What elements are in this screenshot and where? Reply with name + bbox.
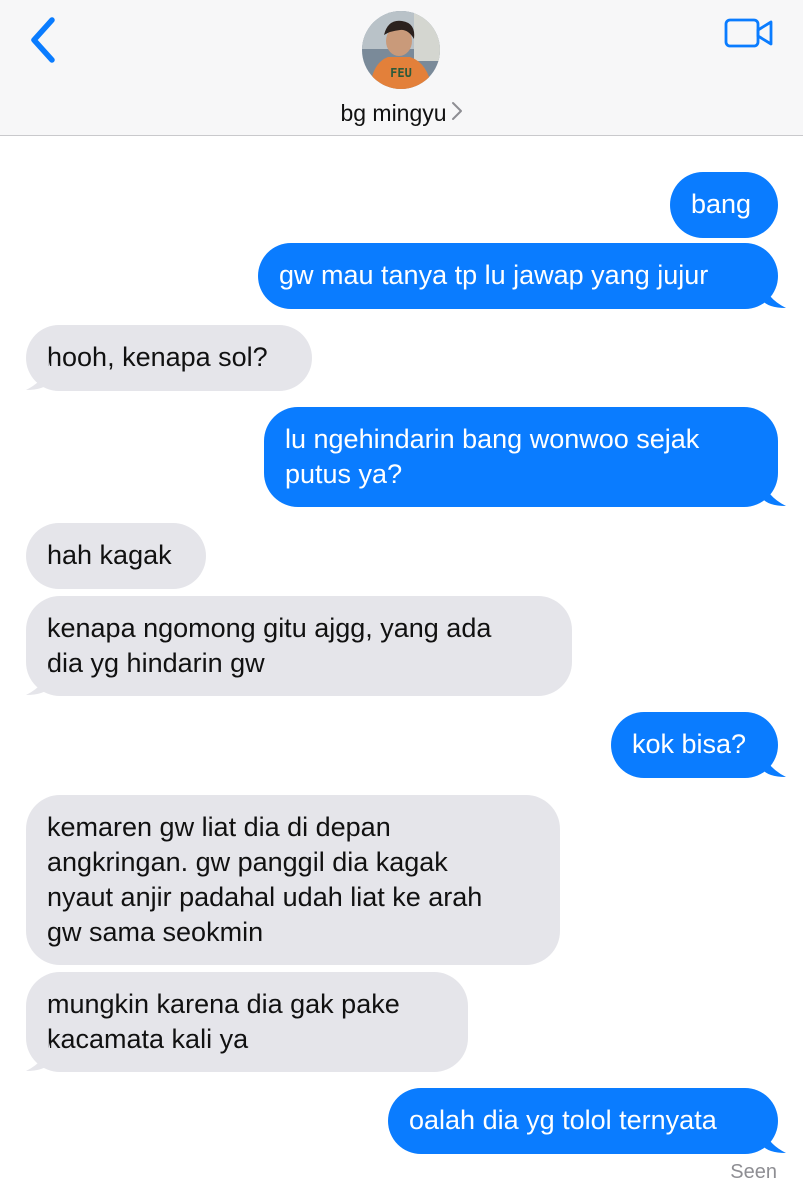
message-line: kenapa ngomong gitu ajgg, yang ada [47, 613, 492, 643]
message-text: kok bisa? [632, 729, 747, 759]
bubble-tail [26, 362, 50, 390]
outgoing-message[interactable]: oalah dia yg tolol ternyata [388, 1088, 778, 1154]
message-line: gw sama seokmin [47, 917, 264, 947]
message-line: mungkin karena dia gak pake [47, 989, 400, 1019]
message-line: dia yg hindarin gw [47, 648, 265, 678]
back-button[interactable] [22, 14, 66, 66]
contact-avatar[interactable]: FEU [362, 11, 440, 89]
incoming-message[interactable]: hah kagak [26, 523, 206, 589]
bubble-tail [762, 280, 786, 308]
message-text: bang [691, 189, 752, 219]
outgoing-message[interactable]: bang [670, 172, 778, 238]
conversation-header: FEU bg mingyu [0, 0, 803, 136]
message-text: oalah dia yg tolol ternyata [409, 1105, 717, 1135]
incoming-message[interactable]: hooh, kenapa sol? [26, 325, 312, 391]
chevron-right-icon [451, 100, 463, 127]
incoming-message[interactable]: kemaren gw liat dia di depan angkringan.… [26, 795, 560, 965]
message-text: hah kagak [47, 540, 172, 570]
video-call-button[interactable] [722, 14, 776, 54]
message-line: lu ngehindarin bang wonwoo sejak [285, 424, 700, 454]
outgoing-message[interactable]: kok bisa? [611, 712, 778, 778]
bubble-tail [26, 667, 50, 695]
message-text: hooh, kenapa sol? [47, 342, 268, 372]
message-text: gw mau tanya tp lu jawap yang jujur [279, 260, 709, 290]
read-receipt: Seen [730, 1161, 777, 1183]
video-camera-icon [724, 18, 773, 48]
bubble-tail [762, 749, 786, 777]
outgoing-message[interactable]: lu ngehindarin bang wonwoo sejak putus y… [264, 407, 778, 507]
incoming-message[interactable]: mungkin karena dia gak pake kacamata kal… [26, 972, 468, 1072]
message-line: putus ya? [285, 459, 403, 489]
bubble-tail [762, 478, 786, 506]
message-line: kacamata kali ya [47, 1024, 249, 1054]
bubble-tail [26, 1043, 50, 1071]
message-line: kemaren gw liat dia di depan [47, 812, 391, 842]
chevron-left-icon [31, 17, 55, 63]
message-line: nyaut anjir padahal udah liat ke arah [47, 882, 483, 912]
contact-name-button[interactable]: bg mingyu [0, 100, 803, 127]
bubble-tail [762, 1125, 786, 1153]
svg-text:FEU: FEU [390, 66, 412, 80]
contact-name: bg mingyu [340, 100, 447, 126]
incoming-message[interactable]: kenapa ngomong gitu ajgg, yang ada dia y… [26, 596, 572, 696]
message-line: angkringan. gw panggil dia kagak [47, 847, 448, 877]
outgoing-message[interactable]: gw mau tanya tp lu jawap yang jujur [258, 243, 778, 309]
messages-screen: FEU bg mingyu bang gw mau tanya tp lu ja… [0, 0, 803, 1200]
